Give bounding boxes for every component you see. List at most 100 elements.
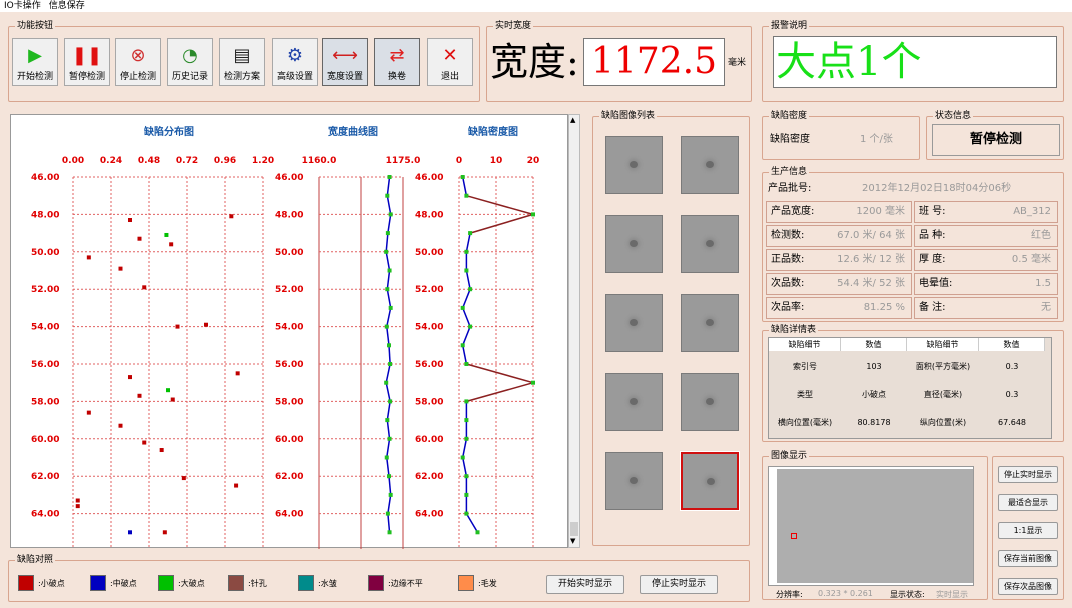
image-button[interactable]: 停止实时显示: [998, 466, 1058, 483]
toolbar-button-settings[interactable]: ⚙ 高级设置: [272, 38, 318, 86]
data-point: [468, 231, 473, 236]
y-tick-label: 50.00: [415, 248, 443, 258]
defect-point: [142, 285, 147, 290]
legend-swatch: [458, 575, 474, 591]
toolbar-label: 高级设置: [276, 72, 313, 82]
y-tick-label: 58.00: [415, 397, 443, 407]
series-line: [387, 214, 392, 234]
image-button[interactable]: 保存当前图像: [998, 550, 1058, 567]
toolbar-button-play[interactable]: ▶ 开始检测: [12, 38, 58, 86]
y-tick-label: 54.00: [275, 323, 303, 333]
toolbar-label: 历史记录: [171, 72, 208, 82]
toolbar-button-document[interactable]: ▤ 检测方案: [219, 38, 265, 86]
data-point: [464, 268, 469, 273]
series-line: [466, 381, 534, 403]
prod-cell: 正品数: 12.6 米/ 12 张: [766, 249, 912, 271]
toolbar-button-history[interactable]: ◔ 历史记录: [167, 38, 213, 86]
defect-thumbnail[interactable]: [681, 136, 739, 194]
image-display[interactable]: [768, 466, 974, 586]
series-line: [386, 326, 390, 346]
series-line: [385, 363, 391, 383]
legend-text: 边缘不平: [390, 579, 423, 588]
defect-thumbnail[interactable]: [681, 215, 739, 273]
detail-cell: 索引号: [793, 362, 817, 371]
defect-point: [181, 476, 186, 481]
legend-text: 小破点: [40, 579, 65, 588]
prod-value: 红色: [1031, 230, 1051, 241]
toolbar-button-ruler[interactable]: ⟷ 宽度设置: [322, 38, 368, 86]
toolbar-button-pause[interactable]: ❚❚ 暂停检测: [64, 38, 110, 86]
defect-thumbnail[interactable]: [605, 373, 663, 431]
y-tick-label: 48.00: [415, 210, 443, 220]
data-point: [384, 249, 389, 254]
defect-image: [777, 469, 973, 583]
image-button[interactable]: 保存次品图像: [998, 578, 1058, 595]
data-point: [460, 455, 465, 460]
detail-cell: 直径(毫米): [923, 390, 963, 399]
toolbar-button-exit[interactable]: ✕ 退出: [427, 38, 473, 86]
detail-cell: 纵向位置(米): [919, 418, 967, 427]
pause-icon: ❚❚: [71, 45, 103, 66]
defect-marker: [791, 533, 797, 539]
data-point: [385, 193, 390, 198]
width-unit: 毫米: [728, 58, 747, 68]
series-line: [465, 270, 471, 290]
prod-label: 检测数:: [771, 230, 805, 241]
prod-label: 正品数:: [771, 254, 805, 265]
defect-thumbnail[interactable]: [605, 452, 663, 510]
chart-scrollbar[interactable]: ▲ ▼: [568, 114, 580, 548]
x-tick-label: 0.24: [100, 156, 122, 166]
image-button[interactable]: 最适合显示: [998, 494, 1058, 511]
defect-thumbnail[interactable]: [605, 294, 663, 352]
toolbar-label: 退出: [440, 72, 459, 82]
series-line: [465, 513, 479, 533]
density-value: 1 个/张: [860, 134, 893, 145]
y-tick-label: 48.00: [31, 210, 59, 220]
toolbar-button-stop[interactable]: ⊗ 停止检测: [115, 38, 161, 86]
menu-save[interactable]: 信息保存: [49, 1, 85, 11]
data-point: [460, 343, 465, 348]
series-line: [386, 438, 391, 458]
legend-swatch: [158, 575, 174, 591]
data-point: [464, 474, 469, 479]
defect-spot: [630, 398, 638, 405]
defect-thumbnail[interactable]: [681, 373, 739, 431]
y-tick-label: 60.00: [31, 435, 59, 445]
chart-title: 缺陷分布图: [143, 125, 194, 138]
toolbar-label: 换卷: [387, 72, 406, 82]
x-tick-label: 1.20: [252, 156, 274, 166]
y-tick-label: 56.00: [415, 360, 443, 370]
defect-thumbnail[interactable]: [605, 136, 663, 194]
defect-thumbnail[interactable]: [681, 294, 739, 352]
data-point: [384, 324, 389, 329]
scroll-up-icon[interactable]: ▲: [570, 116, 575, 124]
realtime-button[interactable]: 停止实时显示: [640, 575, 718, 594]
legend-group-title: 缺陷对照: [15, 554, 56, 566]
realtime-button[interactable]: 开始实时显示: [546, 575, 624, 594]
status-group-title: 状态信息: [933, 110, 974, 122]
defect-point: [234, 483, 239, 488]
detail-header: 缺陷细节: [769, 338, 841, 351]
x-tick-label: 0.00: [62, 156, 84, 166]
y-tick-label: 46.00: [415, 173, 443, 183]
scroll-down-icon[interactable]: ▼: [570, 537, 575, 545]
prod-cell: 品 种: 红色: [914, 225, 1058, 247]
detail-header: 数值: [841, 338, 907, 351]
alarm-text: 大点1个: [773, 36, 1057, 88]
image-button[interactable]: 1:1显示: [998, 522, 1058, 539]
defect-thumbnail[interactable]: [605, 215, 663, 273]
chart-panel: 缺陷分布图 0.00 0.24 0.48 0.72 0.96 1.20 46.00 48.00 5…: [10, 114, 568, 549]
series-line: [386, 457, 390, 477]
toolbar-button-exchange[interactable]: ⇄ 换卷: [374, 38, 420, 86]
defect-point: [169, 242, 174, 247]
defect-thumbnail[interactable]: [680, 451, 740, 511]
defect-spot: [706, 240, 714, 247]
menu-io[interactable]: IO卡操作: [4, 1, 41, 11]
legend-swatch: [298, 575, 314, 591]
data-point: [464, 436, 469, 441]
data-point: [475, 530, 480, 535]
scroll-thumb[interactable]: [570, 522, 578, 536]
defect-point: [118, 266, 123, 271]
resolution-value: 0.323 * 0.261: [818, 589, 873, 598]
series-line: [461, 438, 468, 458]
